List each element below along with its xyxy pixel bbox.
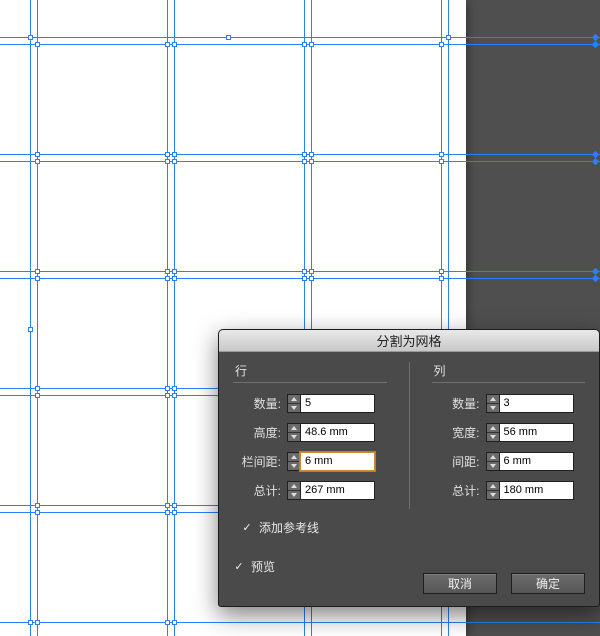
cols-width-label: 宽度: [432,424,480,441]
guide-endpoint[interactable] [592,268,599,275]
guide-endpoint[interactable] [592,158,599,165]
preview-label: 预览 [251,558,275,575]
rows-gutter-stepper[interactable] [287,452,375,471]
ok-button[interactable]: 确定 [511,573,585,594]
cols-group: 列 数量: 宽度: [432,362,586,509]
cols-gutter-stepper[interactable] [486,452,574,471]
add-guides-checkbox[interactable]: ✓ 添加参考线 [241,519,585,536]
cols-total-input[interactable] [499,481,574,500]
rows-height-label: 高度: [233,424,281,441]
step-down-icon[interactable] [288,433,300,441]
cancel-button-label: 取消 [448,575,472,592]
rows-gutter-input[interactable] [300,452,375,471]
guide-endpoint[interactable] [592,275,599,282]
rows-group-title: 行 [233,362,387,383]
checkmark-icon: ✓ [241,522,253,534]
step-down-icon[interactable] [288,462,300,470]
guide-endpoint[interactable] [592,34,599,41]
rows-group: 行 数量: 高度: [233,362,387,509]
step-up-icon[interactable] [487,453,499,462]
group-separator [409,362,410,509]
rows-height-input[interactable] [300,423,375,442]
cancel-button[interactable]: 取消 [423,573,497,594]
step-up-icon[interactable] [487,482,499,491]
dialog-title: 分割为网格 [376,331,441,350]
step-up-icon[interactable] [487,424,499,433]
step-down-icon[interactable] [487,462,499,470]
step-down-icon[interactable] [487,433,499,441]
cols-width-input[interactable] [499,423,574,442]
cols-count-label: 数量: [432,395,480,412]
step-down-icon[interactable] [487,404,499,412]
split-into-grid-dialog: 分割为网格 行 数量: 高度: [218,329,600,607]
rows-count-label: 数量: [233,395,281,412]
step-down-icon[interactable] [288,404,300,412]
rows-gutter-label: 栏间距: [233,453,281,470]
step-down-icon[interactable] [487,491,499,499]
step-up-icon[interactable] [288,482,300,491]
cols-gutter-label: 间距: [432,453,480,470]
cols-count-input[interactable] [499,394,574,413]
cols-total-label: 总计: [432,482,480,499]
rows-total-label: 总计: [233,482,281,499]
cols-width-stepper[interactable] [486,423,574,442]
add-guides-label: 添加参考线 [259,519,319,536]
cols-gutter-input[interactable] [499,452,574,471]
dialog-titlebar[interactable]: 分割为网格 [219,330,599,352]
rows-total-stepper[interactable] [287,481,375,500]
ok-button-label: 确定 [536,575,560,592]
guide-endpoint[interactable] [592,41,599,48]
cols-count-stepper[interactable] [486,394,574,413]
rows-count-input[interactable] [300,394,375,413]
step-up-icon[interactable] [288,453,300,462]
step-up-icon[interactable] [288,424,300,433]
checkmark-icon: ✓ [233,561,245,573]
guide-endpoint[interactable] [592,151,599,158]
rows-count-stepper[interactable] [287,394,375,413]
rows-total-input[interactable] [300,481,375,500]
step-down-icon[interactable] [288,491,300,499]
step-up-icon[interactable] [487,395,499,404]
cols-group-title: 列 [432,362,586,383]
rows-height-stepper[interactable] [287,423,375,442]
step-up-icon[interactable] [288,395,300,404]
cols-total-stepper[interactable] [486,481,574,500]
